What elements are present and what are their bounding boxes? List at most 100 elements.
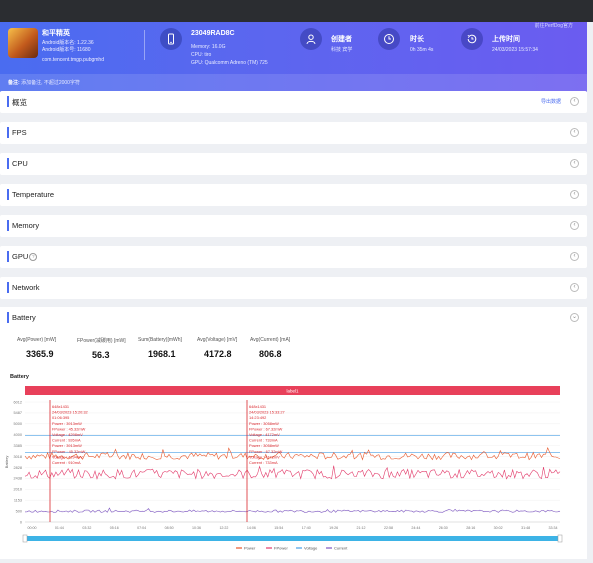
y-tick-label: 2828 <box>14 466 22 470</box>
device-cpu: CPU: tiro <box>191 52 212 58</box>
duration-value: 0h 35m 4s <box>410 47 434 53</box>
slider-handle-left <box>22 534 28 543</box>
metric-avg-current: Avg(Current) [mA] 806.8 <box>250 337 290 359</box>
marker-text: Power : 3058mW <box>249 421 279 426</box>
legend-label: Voltage <box>304 546 318 551</box>
y-tick-label: 3018 <box>14 455 22 459</box>
android-version-name: Android版本名: 1.22.36 <box>42 40 94 46</box>
device-memory: Memory: 16.0G <box>191 44 226 50</box>
chevron-left-icon[interactable]: ‹ <box>570 159 579 168</box>
section-memory-label: Memory <box>12 221 40 230</box>
x-tick-label: 01:44 <box>55 526 64 530</box>
section-fps[interactable]: FPS ‹ <box>0 122 587 144</box>
marker-text: Current : 733mA <box>249 460 278 465</box>
creator-title: 创建者 <box>331 36 352 43</box>
marker-text: Voltage : 4298mV <box>52 432 83 437</box>
section-battery-header[interactable]: Battery ⌄ <box>0 307 587 329</box>
x-tick-label: 26:30 <box>439 526 448 530</box>
marker-text: FPower : 67.32mW <box>249 449 283 454</box>
remark-input[interactable]: 添加备注, 不超过2000字符 <box>21 80 80 86</box>
history-icon <box>461 28 483 50</box>
metric-value: 1968.1 <box>148 349 176 359</box>
header-divider <box>144 30 145 60</box>
y-tick-label: 500 <box>16 509 22 513</box>
section-accent <box>7 158 9 169</box>
x-tick-label: 14:06 <box>247 526 256 530</box>
current-series <box>24 507 561 513</box>
marker-text: Voltage : 4172mV <box>249 454 280 459</box>
app-package: com.tencent.tmgp.pubgmhd <box>42 57 104 63</box>
metric-value: 806.8 <box>259 349 282 359</box>
y-tick-label: 5487 <box>14 411 22 415</box>
marker-text: FPower : 45.32mW <box>52 449 86 454</box>
slider-handle-right <box>557 534 563 543</box>
help-icon[interactable]: ? <box>29 253 38 262</box>
x-tick-label: 17:40 <box>302 526 311 530</box>
metric-value: 4172.8 <box>204 349 232 359</box>
x-tick-label: 07:04 <box>137 526 146 530</box>
power-series <box>24 446 561 461</box>
marker-text: Current : 733mA <box>249 438 278 443</box>
x-tick-label: 19:26 <box>329 526 338 530</box>
metric-avg-voltage: Avg(Voltage) [mV] 4172.8 <box>197 337 237 359</box>
marker-text: Power : 3913mW <box>52 443 82 448</box>
official-site-link[interactable]: 前往PerfDog官方 <box>535 22 573 29</box>
x-tick-label: 22:58 <box>384 526 393 530</box>
metric-key: Avg(Voltage) [mV] <box>197 337 238 343</box>
section-memory[interactable]: Memory ‹ <box>0 215 587 237</box>
metric-key: FPower(减碳用) [mW] <box>77 338 126 344</box>
x-tick-label: 00:00 <box>28 526 37 530</box>
export-data-button[interactable]: 导出数据 <box>541 98 561 105</box>
phone-icon <box>160 28 182 50</box>
y-tick-label: 1153 <box>14 498 22 502</box>
chevron-left-icon[interactable]: ‹ <box>570 97 579 106</box>
section-accent <box>7 312 9 323</box>
section-gpu-label: GPU? <box>12 252 38 262</box>
chart-title: Battery <box>10 374 29 380</box>
chevron-left-icon[interactable]: ‹ <box>570 283 579 292</box>
x-tick-label: 10:36 <box>192 526 201 530</box>
x-tick-label: 33:34 <box>549 526 558 530</box>
metric-fpower: FPower(减碳用) [mW] 56.3 <box>77 337 126 360</box>
chevron-left-icon[interactable]: ‹ <box>570 128 579 137</box>
chevron-left-icon[interactable]: ‹ <box>570 252 579 261</box>
x-tick-label: 21:12 <box>357 526 366 530</box>
y-tick-label: 5000 <box>14 422 22 426</box>
metric-key: Avg(Current) [mA] <box>250 337 291 343</box>
app-version-info: Android版本名: 1.22.36 Android版本号: 11680 <box>42 40 94 54</box>
x-tick-label: 03:32 <box>82 526 91 530</box>
x-tick-label: 24:44 <box>411 526 420 530</box>
section-battery-label: Battery <box>12 313 36 322</box>
report-header: 前往PerfDog官方 和平精英 Android版本名: 1.22.36 And… <box>0 22 587 92</box>
section-accent <box>7 127 9 138</box>
remark-bar[interactable]: 备注: 添加备注, 不超过2000字符 <box>0 74 587 92</box>
marker-text: Voltage : 4294mV <box>52 454 83 459</box>
marker-text: FPower : 45.32mW <box>52 426 86 431</box>
device-gpu: GPU: Qualcomm Adreno (TM) 725 <box>191 60 268 66</box>
section-network[interactable]: Network ‹ <box>0 277 587 299</box>
section-cpu[interactable]: CPU ‹ <box>0 153 587 175</box>
section-gpu[interactable]: GPU? ‹ <box>0 246 587 268</box>
marker-text: 648x1431 <box>52 404 69 409</box>
x-tick-label: 05:16 <box>110 526 119 530</box>
x-tick-label: 12:22 <box>219 526 228 530</box>
app-name: 和平精英 <box>42 30 70 37</box>
chevron-left-icon[interactable]: ‹ <box>570 221 579 230</box>
metric-value: 56.3 <box>92 350 110 360</box>
y-tick-label: 2438 <box>14 477 22 481</box>
section-temperature[interactable]: Temperature ‹ <box>0 184 587 206</box>
chevron-down-icon[interactable]: ⌄ <box>570 313 579 322</box>
upload-value: 24/03/2023 15:57:34 <box>492 47 538 53</box>
section-battery: Battery ⌄ Avg(Power) [mW] 3365.9 FPower(… <box>0 307 587 559</box>
section-accent <box>7 96 9 107</box>
marker-text: 14:23:492 <box>249 415 266 420</box>
marker-text: FPower : 67.32mW <box>249 426 283 431</box>
user-icon <box>300 28 322 50</box>
marker-text: Current : 910mA <box>52 460 81 465</box>
chevron-left-icon[interactable]: ‹ <box>570 190 579 199</box>
section-accent <box>7 220 9 231</box>
battery-chart[interactable]: label1 Battery 0 500 1153 2010 2438 2828 3018 338… <box>0 382 587 554</box>
section-overview[interactable]: 概览 导出数据 ‹ <box>0 91 587 113</box>
legend-label: Power <box>244 546 256 551</box>
y-tick-label: 6012 <box>14 400 22 404</box>
